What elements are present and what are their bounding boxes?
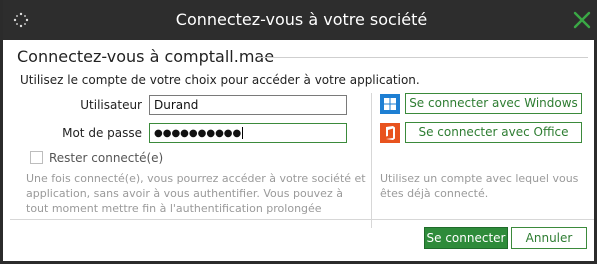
heading-divider: [258, 57, 588, 58]
windows-login-button[interactable]: Se connecter avec Windows: [405, 93, 582, 114]
vertical-divider: [371, 93, 372, 228]
footer-divider: [10, 219, 594, 220]
password-mask: ●●●●●●●●●●: [154, 128, 242, 139]
password-label: Mot de passe: [62, 126, 142, 140]
remember-me-label: Rester connecté(e): [49, 151, 164, 165]
username-label: Utilisateur: [80, 98, 142, 112]
username-input[interactable]: [149, 95, 347, 115]
title-bar: Connectez-vous à votre société: [3, 0, 597, 40]
remember-me-checkbox[interactable]: [30, 151, 43, 164]
office-icon: [380, 123, 400, 143]
provider-help-text: Utilisez un compte avec lequel vous êtes…: [380, 172, 579, 200]
page-title: Connectez-vous à comptall.mae: [17, 47, 275, 66]
password-input[interactable]: ●●●●●●●●●●: [149, 123, 347, 143]
connect-button[interactable]: Se connecter: [424, 227, 508, 249]
office-login-button[interactable]: Se connecter avec Office: [405, 122, 582, 143]
windows-icon: [380, 94, 400, 114]
remember-me-row[interactable]: Rester connecté(e): [30, 151, 163, 165]
close-icon[interactable]: [572, 10, 592, 30]
text-caret: [242, 126, 244, 139]
login-dialog: Connectez-vous à votre société Connectez…: [0, 0, 597, 264]
remember-help-text: Une fois connecté(e), vous pourrez accéd…: [26, 172, 366, 215]
instruction-text: Utilisez le compte de votre choix pour a…: [20, 73, 420, 87]
cancel-button[interactable]: Annuler: [511, 227, 587, 249]
window-title: Connectez-vous à votre société: [175, 10, 428, 29]
dialog-body: Connectez-vous à comptall.mae Utilisez l…: [10, 43, 594, 260]
